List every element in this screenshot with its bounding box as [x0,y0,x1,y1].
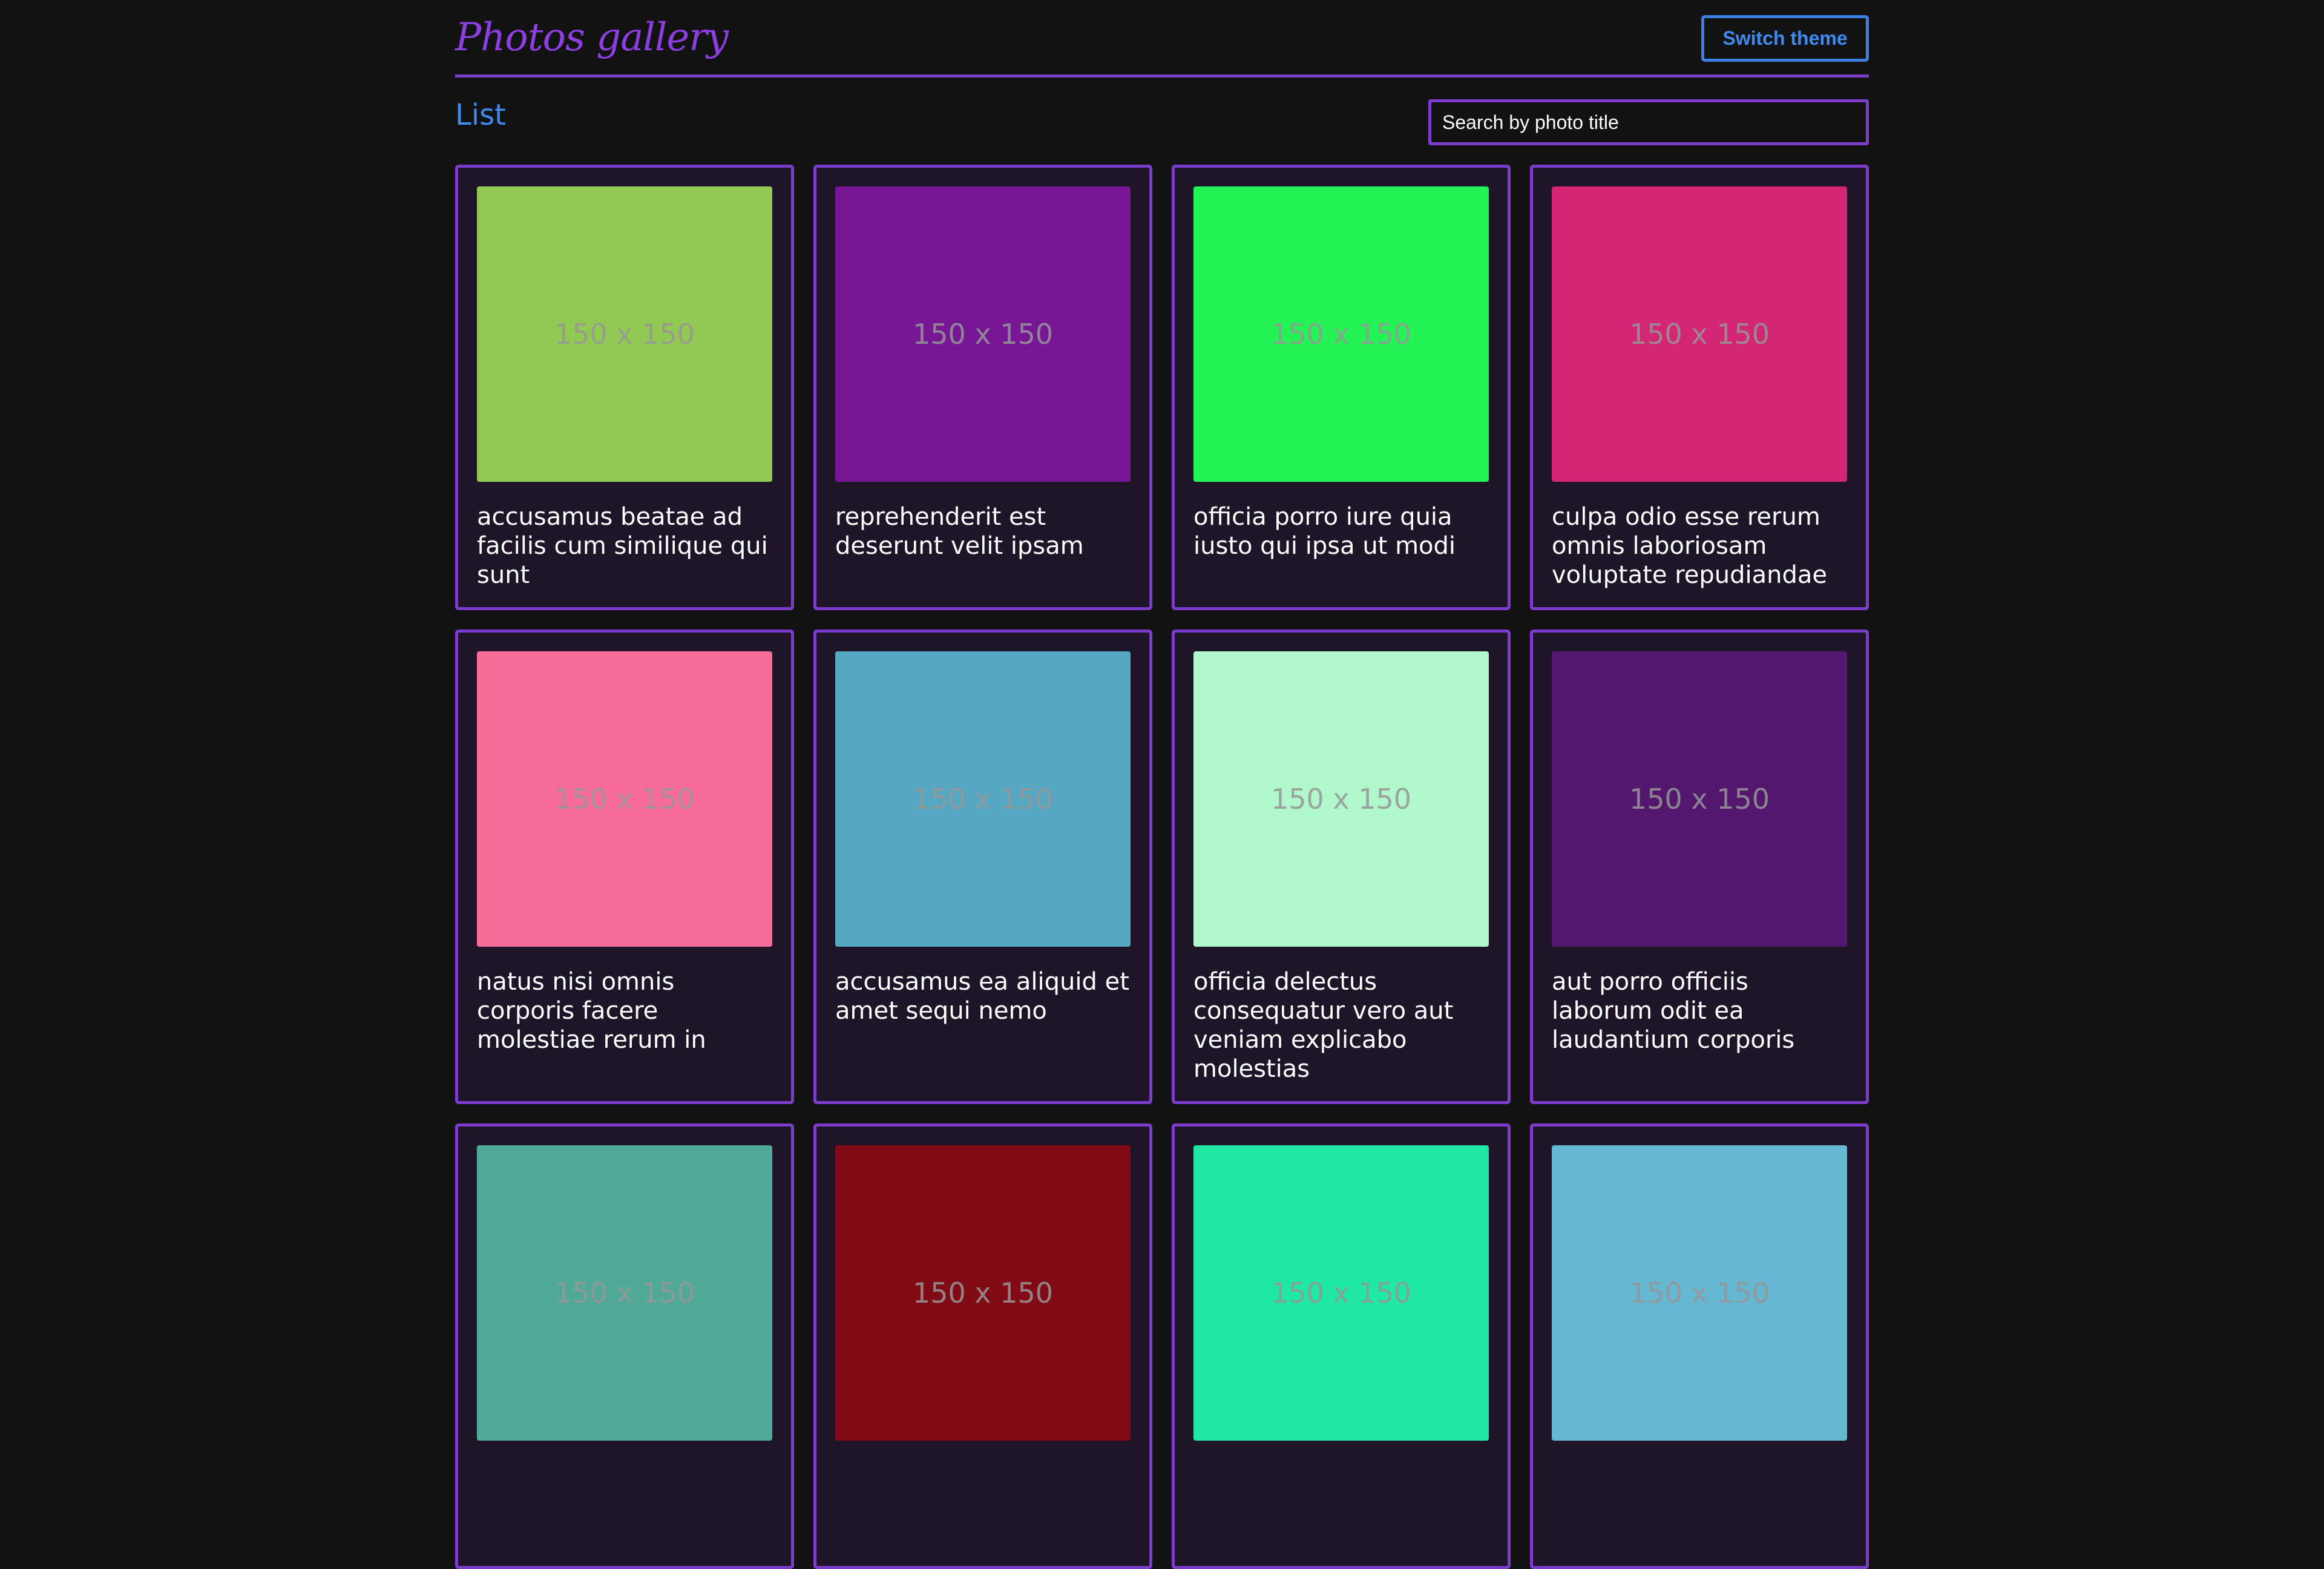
app-logo[interactable]: Photos gallery [455,8,729,67]
photo-title: accusamus ea aliquid et amet sequi nemo [835,968,1129,1025]
photo-title: officia porro iure quia iusto qui ipsa u… [1193,503,1456,560]
photo-thumbnail: 150 x 150 [477,1145,772,1441]
photo-title: reprehenderit est deserunt velit ipsam [835,503,1084,560]
search-input[interactable] [1428,99,1869,145]
photo-thumbnail: 150 x 150 [1552,651,1847,947]
photo-thumbnail: 150 x 150 [835,651,1131,947]
header: Photos gallery Switch theme [455,0,1869,77]
photo-thumbnail: 150 x 150 [477,651,772,947]
app-container: Photos gallery Switch theme List 150 x 1… [455,0,1869,1569]
switch-theme-button[interactable]: Switch theme [1701,15,1869,62]
photo-title: officia delectus consequatur vero aut ve… [1193,968,1454,1083]
photo-thumbnail: 150 x 150 [835,1145,1131,1441]
photo-thumbnail: 150 x 150 [835,186,1131,482]
photo-title: culpa odio esse rerum omnis laboriosam v… [1552,503,1827,589]
photo-thumbnail: 150 x 150 [1193,186,1489,482]
photo-card[interactable]: 150 x 150 reprehenderit est deserunt vel… [813,165,1152,610]
photo-thumbnail: 150 x 150 [1552,1145,1847,1441]
photo-thumbnail: 150 x 150 [1193,1145,1489,1441]
photo-card[interactable]: 150 x 150 officia delectus consequatur v… [1172,630,1511,1104]
photo-thumbnail: 150 x 150 [1193,651,1489,947]
photo-card[interactable]: 150 x 150 accusamus beatae ad facilis cu… [455,165,794,610]
photo-thumbnail: 150 x 150 [477,186,772,482]
page-title: List [455,98,506,132]
photo-card[interactable]: 150 x 150 [455,1123,794,1569]
photo-card[interactable]: 150 x 150 [1530,1123,1869,1569]
photo-card[interactable]: 150 x 150 accusamus ea aliquid et amet s… [813,630,1152,1104]
photo-title: natus nisi omnis corporis facere molesti… [477,968,706,1054]
photo-title: aut porro officiis laborum odit ea lauda… [1552,968,1795,1054]
photo-card[interactable]: 150 x 150 [1172,1123,1511,1569]
photo-card[interactable]: 150 x 150 culpa odio esse rerum omnis la… [1530,165,1869,610]
photo-thumbnail: 150 x 150 [1552,186,1847,482]
photo-title: accusamus beatae ad facilis cum similiqu… [477,503,768,589]
photo-card[interactable]: 150 x 150 officia porro iure quia iusto … [1172,165,1511,610]
photo-card[interactable]: 150 x 150 aut porro officiis laborum odi… [1530,630,1869,1104]
photo-grid: 150 x 150 accusamus beatae ad facilis cu… [455,165,1869,1569]
photo-card[interactable]: 150 x 150 natus nisi omnis corporis face… [455,630,794,1104]
photo-card[interactable]: 150 x 150 [813,1123,1152,1569]
